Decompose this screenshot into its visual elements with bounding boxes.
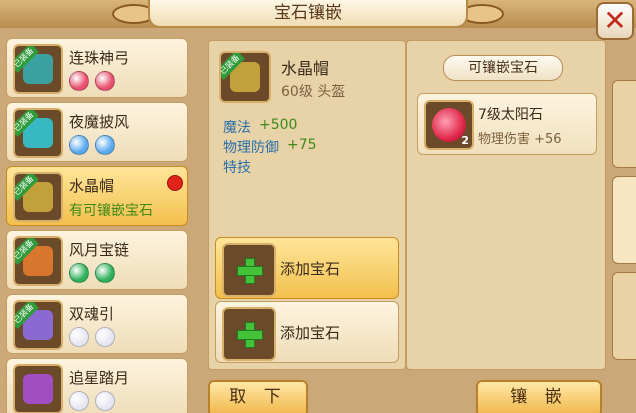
socketed-gems <box>69 391 121 411</box>
gem-icon <box>95 135 115 155</box>
equipment-item[interactable]: 已装备 夜魔披风 <box>6 102 188 162</box>
close-icon: ✕ <box>603 4 627 37</box>
equipment-name: 风月宝链 <box>69 241 130 259</box>
equipment-name: 水晶帽 <box>69 177 115 195</box>
gem-card[interactable]: 2 7级太阳石 物理伤害 +56 <box>417 93 597 155</box>
gem-icon <box>95 327 115 347</box>
slot-1-box <box>222 243 276 297</box>
socketed-gems <box>69 327 121 347</box>
side-tab-1[interactable] <box>612 80 636 168</box>
stat-1-value: +500 <box>259 117 298 133</box>
alert-dot-icon <box>167 175 183 191</box>
socketed-gems <box>69 263 121 283</box>
equipment-icon: 已装备 <box>13 172 63 222</box>
equipment-art <box>23 374 53 404</box>
gem-icon <box>69 391 89 411</box>
gem-inlay-window: 宝石镶嵌 ✕ 已装备 连珠神弓 已装备 夜魔披风 已装备 水晶帽 有可镶嵌宝石 已装备 风月宝链… <box>0 0 636 413</box>
equipment-name: 夜魔披风 <box>69 113 130 131</box>
close-button[interactable]: ✕ <box>596 2 634 40</box>
gem-slot-2[interactable]: 添加宝石 <box>215 301 399 363</box>
stat-2-label: 物理防御 <box>223 140 279 156</box>
equipment-icon: 已装备 <box>13 300 63 350</box>
equipment-item[interactable]: 已装备 风月宝链 <box>6 230 188 290</box>
equipment-list: 已装备 连珠神弓 已装备 夜魔披风 已装备 水晶帽 有可镶嵌宝石 已装备 风月宝链 已装备 双魂引追… <box>6 38 192 413</box>
equipment-icon <box>13 364 63 413</box>
equipment-name: 追星踏月 <box>69 369 130 387</box>
side-tab-2[interactable] <box>612 176 636 264</box>
gem-icon <box>69 135 89 155</box>
equipment-note: 有可镶嵌宝石 <box>69 203 153 219</box>
equipment-icon: 已装备 <box>13 236 63 286</box>
gem-stat: 物理伤害 +56 <box>478 132 562 147</box>
detail-level-slot: 60级 头盔 <box>281 84 346 100</box>
available-gems-panel: 可镶嵌宝石 2 7级太阳石 物理伤害 +56 <box>406 40 606 370</box>
stat-2-value: +75 <box>287 137 317 153</box>
equipment-icon: 已装备 <box>13 108 63 158</box>
detail-name: 水晶帽 <box>281 59 330 78</box>
equipment-item[interactable]: 已装备 水晶帽有可镶嵌宝石 <box>6 166 188 226</box>
gem-icon <box>95 263 115 283</box>
equipment-item[interactable]: 已装备 连珠神弓 <box>6 38 188 98</box>
skill-label: 特技 <box>223 160 251 176</box>
window-title: 宝石镶嵌 <box>148 0 468 28</box>
inlay-button[interactable]: 镶 嵌 <box>476 380 602 413</box>
sun-stone-icon: 2 <box>424 100 474 150</box>
gem-icon <box>95 391 115 411</box>
plus-icon <box>237 258 263 284</box>
gem-name: 7级太阳石 <box>478 107 543 123</box>
slot-2-label: 添加宝石 <box>280 324 341 342</box>
gem-icon <box>69 263 89 283</box>
side-tab-strip <box>612 40 636 413</box>
gem-icon <box>69 71 89 91</box>
equipment-name: 连珠神弓 <box>69 49 130 67</box>
equipment-icon: 已装备 <box>13 44 63 94</box>
remove-button[interactable]: 取 下 <box>208 380 308 413</box>
gem-slot-1[interactable]: 添加宝石 <box>215 237 399 299</box>
slot-1-label: 添加宝石 <box>280 260 341 278</box>
equipment-item[interactable]: 追星踏月 <box>6 358 188 413</box>
equipment-item[interactable]: 已装备 双魂引 <box>6 294 188 354</box>
equipment-name: 双魂引 <box>69 305 115 323</box>
side-tab-3[interactable] <box>612 272 636 360</box>
socketed-gems <box>69 71 121 91</box>
stat-1-label: 魔法 <box>223 120 251 136</box>
socketed-gems <box>69 135 121 155</box>
detail-equipment-icon: 已装备 <box>219 51 271 103</box>
plus-icon <box>237 322 263 348</box>
slot-2-box <box>222 307 276 361</box>
available-gems-header: 可镶嵌宝石 <box>443 55 563 81</box>
gem-icon <box>69 327 89 347</box>
gem-count: 2 <box>461 134 469 147</box>
gem-icon <box>95 71 115 91</box>
equipment-detail-panel: 已装备 水晶帽 60级 头盔 魔法 +500 物理防御 +75 特技 添加宝石 … <box>208 40 406 370</box>
